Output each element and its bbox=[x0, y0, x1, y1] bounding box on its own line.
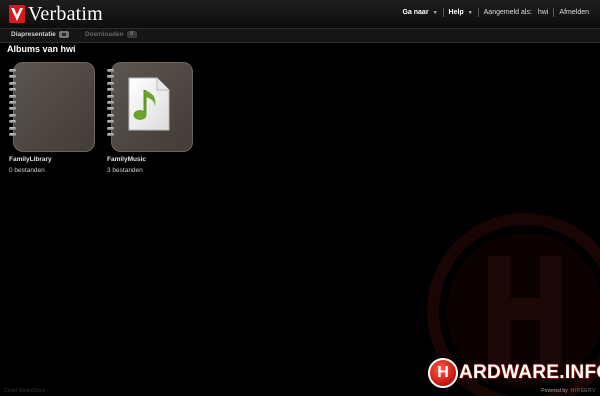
top-bar: Verbatim Ga naar ▼ Help ▼ Aangemeld als:… bbox=[0, 0, 600, 29]
album-familymusic[interactable]: FamilyMusic 3 bestanden bbox=[107, 62, 193, 174]
footer-text: Cloud MediaShare bbox=[4, 388, 46, 394]
brand-logo[interactable]: Verbatim bbox=[9, 3, 103, 25]
hardware-info-text: ARDWARE.INFO bbox=[459, 362, 600, 383]
logged-in-label: Aangemeld als: bbox=[483, 9, 532, 16]
help-label: Help bbox=[448, 9, 464, 16]
slideshow-icon bbox=[58, 31, 69, 38]
top-navigation: Ga naar ▼ Help ▼ Aangemeld als: hwi Afme… bbox=[397, 8, 594, 17]
logged-in-as: Aangemeld als: hwi bbox=[479, 9, 554, 16]
powered-by: Powered by HIPSERV bbox=[541, 388, 596, 394]
album-name[interactable]: FamilyMusic bbox=[107, 156, 193, 163]
binder-rings-icon bbox=[9, 69, 17, 139]
help-menu[interactable]: Help ▼ bbox=[444, 9, 478, 16]
goto-menu[interactable]: Ga naar ▼ bbox=[397, 9, 442, 16]
album-familylibrary[interactable]: FamilyLibrary 0 bestanden bbox=[9, 62, 95, 174]
slideshow-label: Diapresentatie bbox=[11, 31, 56, 38]
album-cover[interactable] bbox=[107, 62, 193, 152]
download-button[interactable]: Downloaden 0 bbox=[85, 31, 137, 38]
album-file-count: 0 bestanden bbox=[9, 167, 45, 174]
goto-label: Ga naar bbox=[402, 9, 429, 16]
username: hwi bbox=[537, 9, 549, 16]
chevron-down-icon: ▼ bbox=[432, 9, 438, 16]
album-cover-panel bbox=[13, 62, 95, 152]
download-label: Downloaden bbox=[85, 31, 124, 38]
album-cover[interactable] bbox=[9, 62, 95, 152]
album-file-count: 3 bestanden bbox=[107, 167, 143, 174]
verbatim-logo-icon bbox=[9, 5, 25, 23]
album-toolbar: Diapresentatie Downloaden 0 bbox=[0, 29, 600, 43]
powered-by-label: Powered by bbox=[541, 388, 568, 394]
hardware-info-badge-icon: H bbox=[428, 358, 458, 388]
brand-name: Verbatim bbox=[28, 2, 103, 25]
logout-link[interactable]: Afmelden bbox=[554, 9, 594, 16]
binder-rings-icon bbox=[107, 69, 115, 139]
album-name[interactable]: FamilyLibrary bbox=[9, 156, 95, 163]
slideshow-button[interactable]: Diapresentatie bbox=[11, 31, 69, 38]
chevron-down-icon: ▼ bbox=[467, 9, 473, 16]
music-file-icon bbox=[128, 77, 170, 131]
download-count-badge: 0 bbox=[126, 31, 137, 38]
hardware-info-logo: H ARDWARE.INFO bbox=[428, 358, 600, 388]
hipserv-logo: HIPSERV bbox=[570, 388, 596, 394]
page-title: Albums van hwi bbox=[7, 44, 76, 54]
